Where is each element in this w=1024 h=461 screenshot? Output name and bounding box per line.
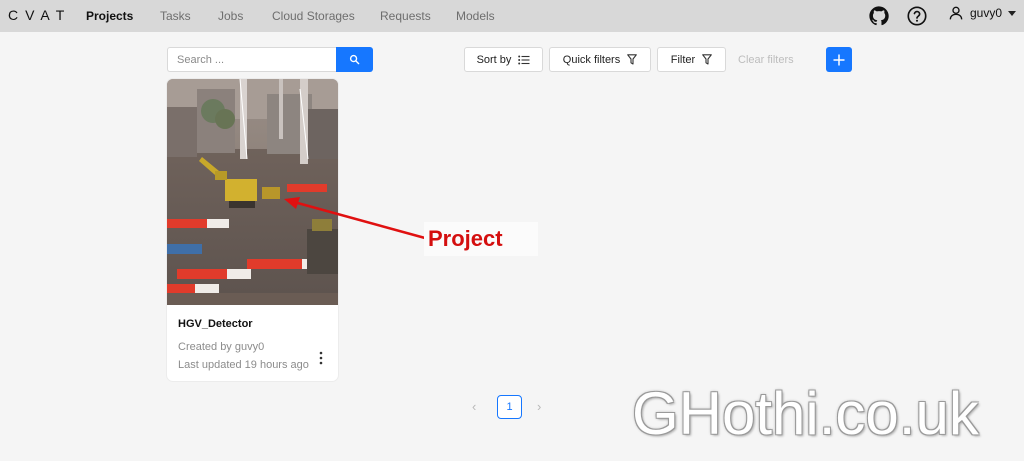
filter-label: Filter xyxy=(670,53,696,66)
nav-tasks[interactable]: Tasks xyxy=(160,9,191,23)
sort-by-label: Sort by xyxy=(476,53,512,66)
clear-filters-button[interactable]: Clear filters xyxy=(738,54,794,66)
sort-list-icon xyxy=(518,55,530,64)
more-options-icon[interactable] xyxy=(317,350,325,366)
pagination-page-1[interactable]: 1 xyxy=(497,395,522,419)
top-navbar: CVAT Projects Tasks Jobs Cloud Storages … xyxy=(0,0,1024,32)
plus-icon xyxy=(833,54,845,65)
user-name: guvy0 xyxy=(970,6,1003,20)
project-title[interactable]: HGV_Detector xyxy=(178,318,253,330)
nav-requests[interactable]: Requests xyxy=(380,9,431,23)
pagination-next[interactable]: › xyxy=(537,399,551,415)
quick-filters-button[interactable]: Quick filters xyxy=(549,47,651,72)
filter-icon xyxy=(627,54,638,65)
annotation-label: Project xyxy=(424,222,538,256)
nav-projects[interactable]: Projects xyxy=(86,9,133,23)
github-icon[interactable] xyxy=(868,5,890,27)
pagination-prev[interactable]: ‹ xyxy=(472,399,486,415)
filter-icon xyxy=(702,54,713,65)
sort-by-button[interactable]: Sort by xyxy=(464,47,543,72)
nav-models[interactable]: Models xyxy=(456,9,495,23)
quick-filters-label: Quick filters xyxy=(562,53,621,66)
cvat-logo[interactable]: CVAT xyxy=(8,7,71,23)
help-icon[interactable] xyxy=(906,5,928,27)
search-button[interactable] xyxy=(336,47,373,72)
search-bar xyxy=(167,47,373,72)
watermark: GHothi.co.uk xyxy=(632,380,979,447)
nav-cloud-storages[interactable]: Cloud Storages xyxy=(272,9,355,23)
search-icon xyxy=(350,54,360,65)
project-last-updated: Last updated 19 hours ago xyxy=(178,359,309,371)
user-icon xyxy=(949,6,963,20)
create-project-button[interactable] xyxy=(826,47,852,72)
filter-button[interactable]: Filter xyxy=(657,47,726,72)
project-created-by: Created by guvy0 xyxy=(178,341,265,353)
nav-jobs[interactable]: Jobs xyxy=(218,9,243,23)
caret-down-icon xyxy=(1008,10,1017,16)
annotation-arrow xyxy=(284,197,426,240)
user-menu[interactable]: guvy0 xyxy=(948,5,1017,21)
search-input[interactable] xyxy=(167,47,337,72)
